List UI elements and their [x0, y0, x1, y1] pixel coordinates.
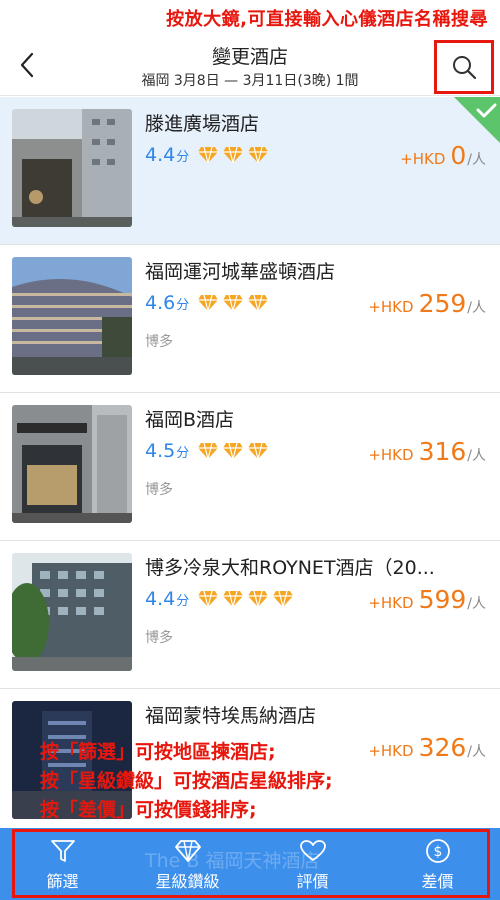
page-title: 變更酒店: [211, 46, 288, 68]
tab-price-diff-label: 差價: [421, 872, 454, 891]
diamond-icon: [198, 590, 219, 608]
tab-filter-label: 篩選: [46, 872, 79, 891]
diamond-icon: [223, 146, 244, 164]
diamond-icon: [223, 294, 244, 312]
tab-filter[interactable]: 篩選: [0, 828, 125, 900]
hotel-score-unit: 分: [176, 594, 190, 609]
hotel-score-unit: 分: [176, 298, 190, 313]
hotel-rating: 4.6 分: [145, 291, 272, 314]
hotel-score: 4.4: [145, 144, 176, 166]
hotel-score: 4.4: [145, 588, 176, 610]
hotel-score: 4.6: [145, 292, 176, 314]
svg-text:$: $: [433, 844, 442, 860]
hotel-district: 博多: [145, 482, 173, 498]
price-unit: /人: [467, 152, 486, 168]
diamond-icon: [248, 146, 269, 164]
hotel-list: 滕進廣場酒店 4.4 分 +HKD 0 /人 福岡運河城華盛頓酒店 4.6 分 …: [0, 97, 500, 837]
selected-check-icon: [454, 97, 500, 143]
hotel-rating: 4.4 分: [145, 143, 272, 166]
hotel-score: 4.5: [145, 440, 176, 462]
hotel-score-unit: 分: [176, 150, 190, 165]
price-currency: +HKD: [368, 594, 414, 612]
annotation-top-text: 按放大鏡,可直接輸入心儀酒店名稱搜尋: [166, 9, 488, 30]
hotel-photo: [12, 553, 132, 671]
price-unit: /人: [467, 596, 486, 612]
hotel-photo: [12, 405, 132, 523]
price-amount: 599: [418, 585, 467, 614]
diamond-rating: [197, 590, 297, 608]
trip-summary: 福岡 3月8日 — 3月11日(3晚) 1間: [141, 73, 359, 89]
diamond-rating: [197, 294, 272, 312]
hotel-card[interactable]: 滕進廣場酒店 4.4 分 +HKD 0 /人: [0, 97, 500, 245]
hotel-name: 滕進廣場酒店: [145, 113, 260, 135]
tab-price-diff[interactable]: $ 差價: [375, 828, 500, 900]
hotel-district: 博多: [145, 334, 173, 350]
hotel-name: 福岡運河城華盛頓酒店: [145, 261, 336, 283]
price-currency: +HKD: [400, 150, 446, 168]
hotel-card[interactable]: 福岡運河城華盛頓酒店 4.6 分 博多 +HKD 259 /人: [0, 245, 500, 393]
hotel-name: 福岡B酒店: [145, 409, 235, 431]
diamond-icon: [198, 146, 219, 164]
hotel-price: +HKD 599 /人: [368, 585, 486, 614]
diamond-icon: [248, 590, 269, 608]
diamond-icon: [198, 442, 219, 460]
hotel-card[interactable]: 福岡B酒店 4.5 分 博多 +HKD 316 /人: [0, 393, 500, 541]
hotel-card[interactable]: 博多冷泉大和ROYNET酒店（20... 4.4 分 博多 +HKD 599 /…: [0, 541, 500, 689]
hotel-photo: [12, 109, 132, 227]
hotel-photo: [12, 257, 132, 375]
hotel-score-unit: 分: [176, 446, 190, 461]
diamond-icon: [198, 294, 219, 312]
diamond-icon: [248, 294, 269, 312]
header: 變更酒店 福岡 3月8日 — 3月11日(3晚) 1間: [0, 36, 500, 96]
price-amount: 0: [450, 141, 467, 170]
diamond-icon: [223, 442, 244, 460]
price-unit: /人: [467, 448, 486, 464]
search-button[interactable]: [434, 40, 494, 94]
annotation-note: 按「篩選」可按地區揀酒店;: [40, 741, 276, 763]
price-currency: +HKD: [368, 446, 414, 464]
hotel-district: 博多: [145, 630, 173, 646]
annotation-note: 按「差價」可按價錢排序;: [40, 799, 257, 821]
dollar-icon: $: [425, 839, 450, 863]
search-icon: [453, 56, 477, 80]
diamond-icon: [223, 590, 244, 608]
hotel-price: +HKD 259 /人: [368, 289, 486, 318]
diamond-icon: [248, 442, 269, 460]
annotation-top: 按放大鏡,可直接輸入心儀酒店名稱搜尋: [0, 0, 500, 36]
hotel-name: 福岡蒙特埃馬納酒店: [145, 705, 317, 727]
hotel-price: +HKD 0 /人: [400, 141, 486, 170]
annotation-notes: 按「篩選」可按地區揀酒店; 按「星級鑽級」可按酒店星級排序; 按「差價」可按價錢…: [40, 738, 480, 825]
price-unit: /人: [467, 300, 486, 316]
price-amount: 316: [418, 437, 467, 466]
price-amount: 259: [418, 289, 467, 318]
annotation-note: 按「星級鑽級」可按酒店星級排序;: [40, 770, 333, 792]
hotel-rating: 4.4 分: [145, 587, 297, 610]
price-currency: +HKD: [368, 298, 414, 316]
filter-icon: [50, 840, 75, 862]
diamond-rating: [197, 146, 272, 164]
diamond-rating: [197, 442, 272, 460]
hotel-name: 博多冷泉大和ROYNET酒店（20...: [145, 557, 435, 579]
partial-hotel-name: The B 福岡天神酒店: [145, 850, 320, 872]
diamond-icon: [273, 590, 294, 608]
hotel-rating: 4.5 分: [145, 439, 272, 462]
hotel-price: +HKD 316 /人: [368, 437, 486, 466]
